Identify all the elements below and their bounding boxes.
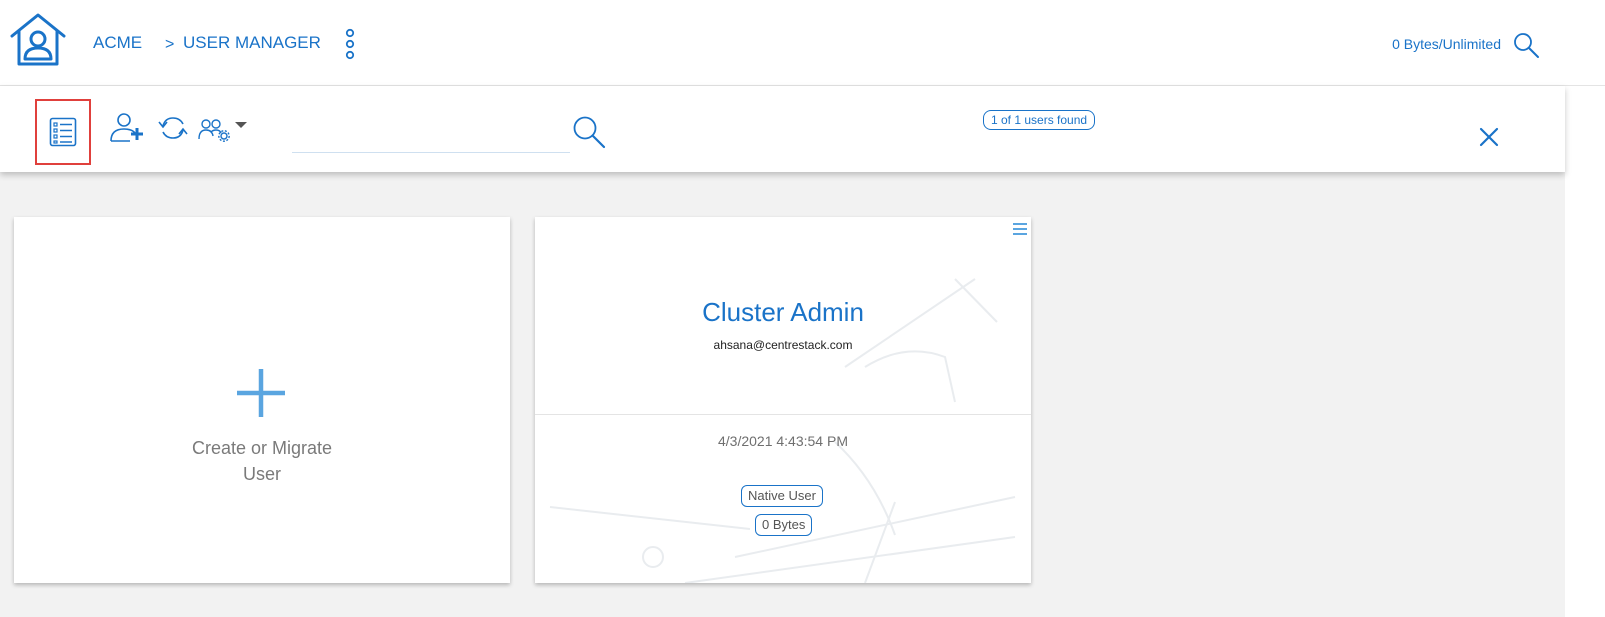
create-user-label: Create or Migrate User	[14, 435, 510, 487]
right-gutter	[1565, 0, 1605, 617]
card-divider	[535, 414, 1031, 415]
search-icon[interactable]	[572, 115, 606, 149]
storage-quota: 0 Bytes/Unlimited	[1392, 36, 1501, 52]
plus-icon	[237, 369, 285, 417]
create-user-card[interactable]: Create or Migrate User	[14, 217, 510, 583]
breadcrumb-current[interactable]: USER MANAGER	[183, 33, 321, 53]
close-icon[interactable]	[1478, 126, 1500, 148]
breadcrumb-root[interactable]: ACME	[93, 33, 142, 53]
list-view-button[interactable]	[35, 99, 91, 165]
user-storage-badge: 0 Bytes	[755, 514, 813, 536]
create-label-line2: User	[242, 464, 281, 484]
list-view-icon	[49, 117, 77, 147]
add-user-icon[interactable]	[108, 111, 144, 143]
caret-down-icon[interactable]	[234, 121, 248, 129]
search-icon[interactable]	[1512, 31, 1540, 59]
user-search-field	[292, 108, 574, 154]
hamburger-menu-icon[interactable]	[1013, 223, 1027, 235]
user-email: ahsana@centrestack.com	[713, 338, 853, 352]
user-created-date: 4/3/2021 4:43:54 PM	[718, 433, 848, 449]
user-card[interactable]: Cluster Admin ahsana@centrestack.com 4/3…	[535, 217, 1031, 583]
create-label-line1: Create or Migrate	[191, 438, 333, 458]
home-icon[interactable]	[8, 12, 68, 68]
vertical-ellipsis-icon[interactable]	[342, 28, 358, 60]
top-header: ACME > USER MANAGER 0 Bytes/Unlimited	[0, 0, 1605, 86]
group-settings-icon[interactable]	[198, 118, 230, 142]
user-search-input[interactable]	[292, 108, 574, 154]
user-type-badge: Native User	[741, 485, 823, 507]
user-display-name[interactable]: Cluster Admin	[535, 297, 1031, 328]
breadcrumb-separator: >	[165, 36, 175, 53]
results-count-badge: 1 of 1 users found	[983, 110, 1096, 130]
user-toolbar: 1 of 1 users found	[0, 86, 1565, 172]
sync-icon[interactable]	[158, 115, 188, 141]
